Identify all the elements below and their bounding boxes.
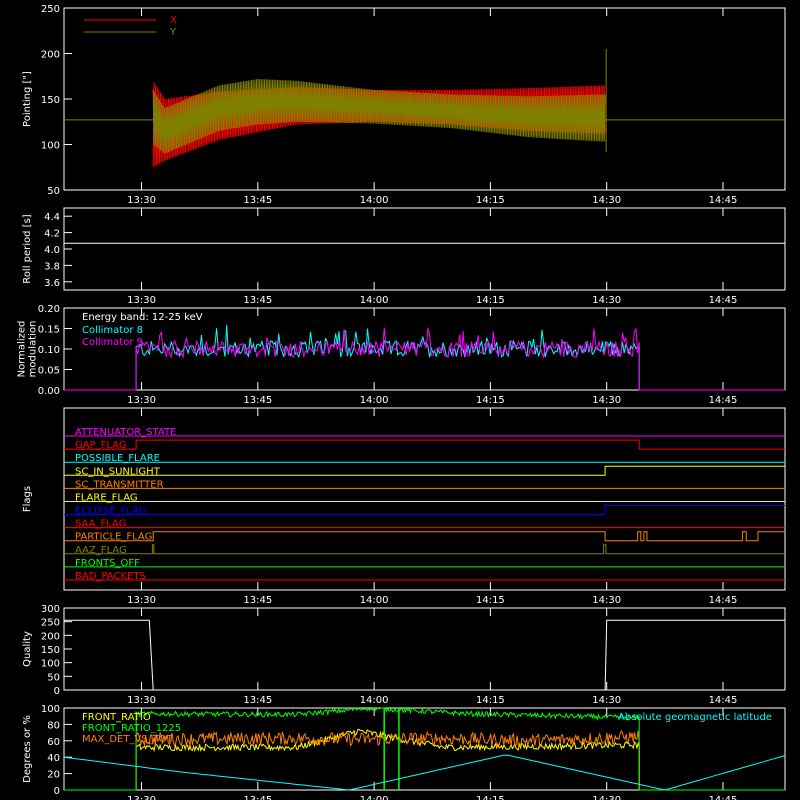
x-tick-label-4-1: 13:45	[243, 695, 272, 706]
flag-label-particle-flag: PARTICLE_FLAG	[75, 532, 152, 543]
flag-label-attenuator-state: ATTENUATOR_STATE	[75, 427, 176, 438]
y-tick-label-1-1: 3.8	[44, 261, 60, 272]
x-tick-label-2-4: 14:30	[592, 395, 621, 406]
y-tick-label-2-0: 0.00	[38, 386, 60, 397]
flag-label-saa-flag: SAA_FLAG	[75, 519, 126, 530]
x-tick-label-5-0: 13:30	[127, 795, 156, 800]
x-tick-label-3-5: 14:45	[709, 595, 738, 606]
flag-label-sc-in-sunlight: SC_IN_SUNLIGHT	[75, 466, 161, 477]
x-tick-label-3-3: 14:15	[476, 595, 505, 606]
x-tick-label-1-4: 14:30	[592, 295, 621, 306]
legend-label-front-ratio-1225: FRONT_RATIO_1225	[82, 723, 181, 734]
y-tick-label-4-4: 200	[41, 631, 60, 642]
y-tick-label-5-2: 40	[47, 753, 60, 764]
flag-label-bad-packets: BAD_PACKETS	[75, 571, 146, 582]
x-tick-label-1-0: 13:30	[127, 295, 156, 306]
x-tick-label-0-0: 13:30	[127, 195, 156, 206]
legend-label-collimator-9: Collimator 9	[82, 337, 143, 348]
y-tick-label-2-2: 0.10	[38, 345, 60, 356]
y-tick-label-4-3: 150	[41, 645, 60, 656]
legend-label-collimator-8: Collimator 8	[82, 325, 143, 336]
y-tick-label-5-3: 60	[47, 737, 60, 748]
x-tick-label-1-5: 14:45	[709, 295, 738, 306]
x-tick-label-1-2: 14:00	[360, 295, 389, 306]
legend-label-front-ratio: FRONT_RATIO	[82, 712, 151, 723]
y-tick-label-5-1: 20	[47, 770, 60, 781]
y-tick-label-1-3: 4.2	[44, 229, 60, 240]
y-tick-label-0-3: 200	[41, 50, 60, 61]
x-tick-label-4-3: 14:15	[476, 695, 505, 706]
x-tick-label-2-3: 14:15	[476, 395, 505, 406]
x-tick-label-5-1: 13:45	[243, 795, 272, 800]
x-tick-label-1-1: 13:45	[243, 295, 272, 306]
x-tick-label-5-4: 14:30	[592, 795, 621, 800]
y-tick-label-1-4: 4.4	[44, 212, 60, 223]
flag-label-eclipse-flag: ECLIPSE_FLAG	[75, 506, 146, 517]
x-tick-label-0-3: 14:15	[476, 195, 505, 206]
flag-label-flare-flag: FLARE_FLAG	[75, 492, 138, 503]
y-tick-label-0-2: 150	[41, 95, 60, 106]
y-axis-label-1: Roll period [s]	[22, 214, 33, 283]
y-tick-label-0-1: 100	[41, 141, 60, 152]
y-tick-label-1-0: 3.6	[44, 278, 60, 289]
flag-label-aaz-flag: AAZ_FLAG	[75, 545, 127, 556]
flag-label-sc-transmitter: SC_TRANSMITTER	[75, 479, 164, 490]
y-tick-label-1-2: 4.0	[44, 245, 60, 256]
geomagnetic-latitude-label: Absolute geomagnetic latitude	[618, 712, 772, 723]
x-tick-label-4-2: 14:00	[360, 695, 389, 706]
flag-label-possible-flare: POSSIBLE_FLARE	[75, 453, 160, 464]
y-tick-label-2-3: 0.15	[38, 325, 60, 336]
y-tick-label-5-4: 80	[47, 720, 60, 731]
y-tick-label-4-2: 100	[41, 659, 60, 670]
x-tick-label-0-1: 13:45	[243, 195, 272, 206]
x-tick-label-0-2: 14:00	[360, 195, 389, 206]
x-tick-label-0-4: 14:30	[592, 195, 621, 206]
y-axis-label-4: Quality	[22, 631, 33, 667]
energy-band-annotation: Energy band: 12-25 keV	[82, 312, 203, 323]
x-tick-label-3-2: 14:00	[360, 595, 389, 606]
y-axis-label-2-0: Normalized	[17, 321, 28, 378]
x-tick-label-4-5: 14:45	[709, 695, 738, 706]
y-tick-label-2-4: 0.20	[38, 304, 60, 315]
flag-label-gap-flag: GAP_FLAG	[75, 440, 127, 451]
flag-label-fronts-off: FRONTS_OFF	[75, 558, 140, 569]
x-tick-label-2-0: 13:30	[127, 395, 156, 406]
y-axis-label-3: Flags	[22, 486, 33, 512]
y-tick-label-4-5: 250	[41, 618, 60, 629]
x-tick-label-4-0: 13:30	[127, 695, 156, 706]
y-axis-label-5: Degrees or %	[22, 715, 33, 783]
x-tick-label-2-2: 14:00	[360, 395, 389, 406]
x-tick-label-3-4: 14:30	[592, 595, 621, 606]
y-tick-label-5-5: 100	[41, 704, 60, 715]
legend-label-x: X	[170, 15, 177, 26]
y-axis-label-0: Pointing ["]	[22, 71, 33, 127]
x-tick-label-3-1: 13:45	[243, 595, 272, 606]
x-tick-label-2-1: 13:45	[243, 395, 272, 406]
chart-canvas: 13:30 13:45 14:00 14:15 14:30 14:45 50 100 150 20…	[0, 0, 800, 800]
x-tick-label-5-5: 14:45	[709, 795, 738, 800]
y-tick-label-0-0: 50	[47, 186, 60, 197]
x-tick-label-5-2: 14:00	[360, 795, 389, 800]
y-tick-label-4-1: 50	[47, 672, 60, 683]
x-tick-label-4-4: 14:30	[592, 695, 621, 706]
x-tick-label-1-3: 14:15	[476, 295, 505, 306]
y-axis-label-2-1: modulation	[28, 321, 39, 378]
y-tick-label-4-6: 300	[41, 604, 60, 615]
y-tick-label-4-0: 0	[54, 686, 60, 697]
legend-label-y: Y	[169, 27, 177, 38]
x-tick-label-0-5: 14:45	[709, 195, 738, 206]
y-tick-label-2-1: 0.05	[38, 366, 60, 377]
x-tick-label-3-0: 13:30	[127, 595, 156, 606]
x-tick-label-2-5: 14:45	[709, 395, 738, 406]
legend-label-max-det-vs-tot: MAX_DET_VS_TOT	[82, 734, 174, 745]
y-tick-label-5-0: 0	[54, 786, 60, 797]
x-tick-label-5-3: 14:15	[476, 795, 505, 800]
y-tick-label-0-4: 250	[41, 4, 60, 15]
